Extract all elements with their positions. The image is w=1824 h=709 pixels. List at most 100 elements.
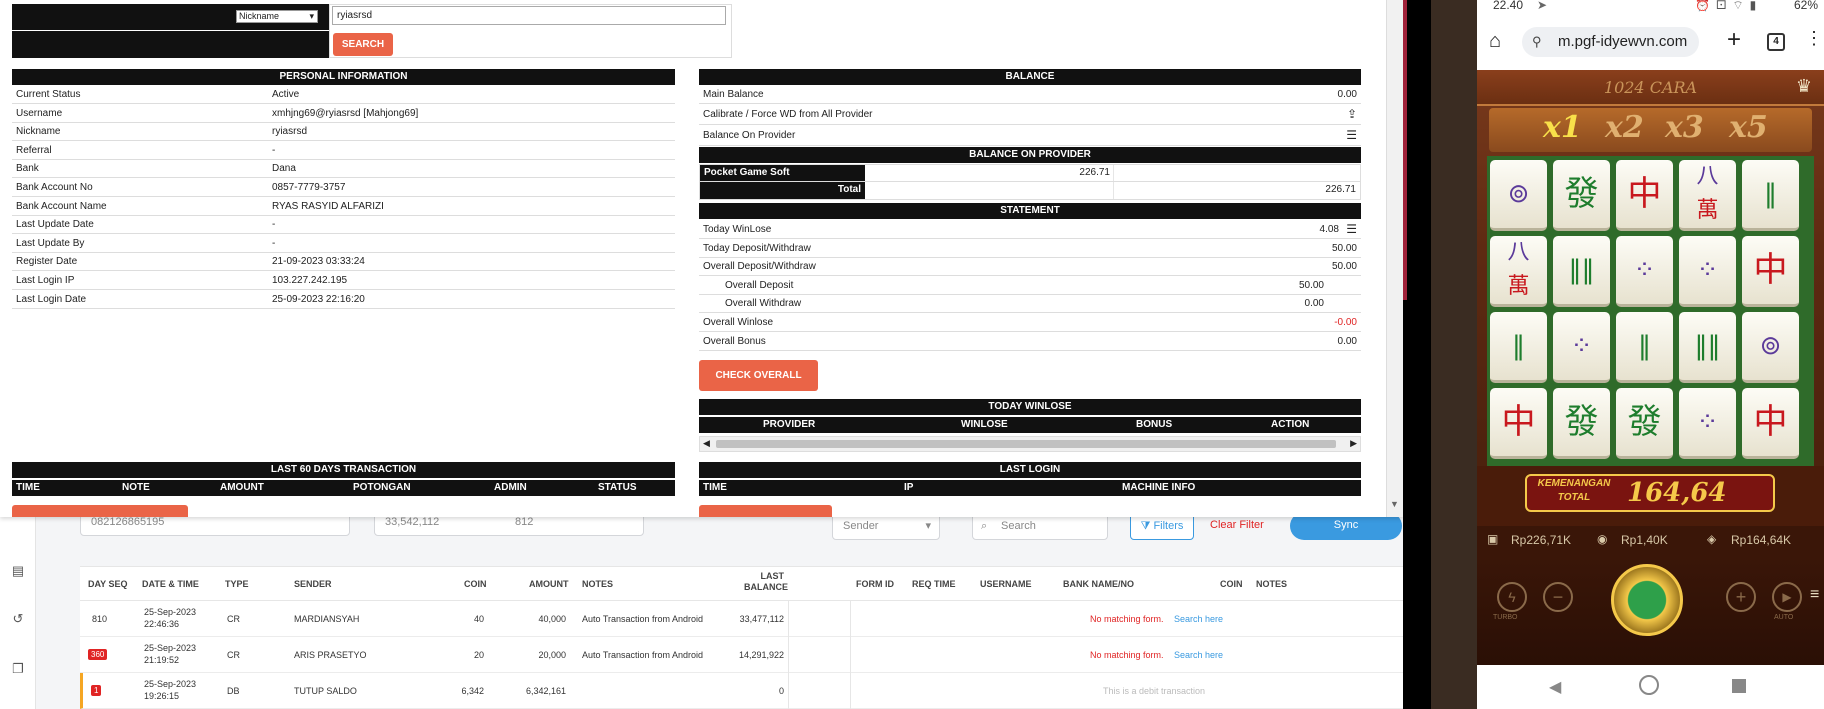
calibrate-label: Calibrate / Force WD from All Provider (703, 109, 873, 120)
dashboard-icon[interactable]: ▤ (10, 563, 26, 579)
col-amount[interactable]: AMOUNT (529, 579, 569, 589)
chevron-down-icon: ▾ (309, 11, 314, 21)
tile-bamboo-icon: ‖‖ (1679, 312, 1736, 383)
col-req-time[interactable]: REQ TIME (912, 579, 956, 589)
home-nav-icon[interactable] (1639, 675, 1659, 695)
bet-icon: ◉ (1597, 532, 1608, 546)
personal-info-label: Bank Account No (16, 182, 93, 193)
tile-zhong-icon: 中 (1616, 160, 1673, 231)
history-icon[interactable]: ↺ (10, 611, 26, 627)
today-winlose-hscroll[interactable]: ◀ ▶ (699, 436, 1361, 452)
col-coin-2[interactable]: COIN (1220, 579, 1243, 589)
minus-icon[interactable]: − (1543, 582, 1573, 612)
scroll-down-icon[interactable]: ▼ (1390, 499, 1399, 509)
personal-info-row: Referral - (12, 142, 675, 160)
type: CR (227, 614, 240, 624)
game-canvas[interactable]: 1024 CARA ♛ x1 x2 x3 x5 ⊚ 發 中 八萬 ‖ 八萬 ‖‖… (1477, 70, 1824, 665)
main-balance-value: 0.00 (1337, 89, 1357, 100)
admin-member-panel: Nickname ▾ ryiasrsd SEARCH PERSONAL INFO… (0, 0, 1403, 517)
table-row[interactable]: 1 25-Sep-2023 19:26:15 DB TUTUP SALDO 6,… (80, 673, 1406, 709)
personal-info-label: Last Update Date (16, 219, 94, 231)
admin-scrollbar[interactable]: ▼ (1386, 0, 1403, 517)
site-settings-icon[interactable]: ⚲ (1532, 27, 1542, 57)
home-icon[interactable]: ⌂ (1489, 30, 1501, 53)
multiplier-x3: x3 (1665, 110, 1704, 145)
left-nav: ▤ ↺ ❐ (0, 515, 36, 709)
url-bar[interactable]: ⚲ m.pgf-idyewvn.com (1522, 27, 1699, 57)
turbo-icon[interactable]: ϟ (1497, 582, 1527, 612)
statement-label: Overall Withdraw (725, 298, 802, 310)
last60-button-partial[interactable] (12, 505, 188, 517)
col-date-time[interactable]: DATE & TIME (142, 579, 199, 589)
scroll-left-icon[interactable]: ◀ (703, 438, 710, 449)
search-input[interactable]: ryiasrsd (332, 6, 726, 25)
balance-on-provider-label: Balance On Provider (703, 130, 796, 141)
today-winlose-header: TODAY WINLOSE (699, 399, 1361, 415)
more-menu-icon[interactable]: ⋮ (1805, 28, 1823, 49)
col-day-seq[interactable]: DAY SEQ (88, 579, 128, 589)
tile-circles-icon: ⊚ (1742, 312, 1799, 383)
personal-info-row: Last Update By - (12, 235, 675, 253)
col-form-id[interactable]: FORM ID (856, 579, 894, 589)
col-bonus: BONUS (1136, 419, 1173, 430)
type: CR (227, 650, 240, 660)
last-login-button-partial[interactable] (699, 505, 832, 517)
col-time: TIME (16, 482, 40, 493)
search-field-select[interactable]: Nickname ▾ (236, 10, 318, 23)
share-icon[interactable]: ⇪ (1347, 107, 1357, 121)
status-icons: ⏰⚀⌔▮ (1695, 0, 1763, 12)
personal-info-row: Username xmhjng69@ryiasrsd [Mahjong69] (12, 105, 675, 123)
tile-bamboo-icon: ‖ (1742, 160, 1799, 231)
search-here-link[interactable]: Search here (1174, 614, 1223, 624)
search-here-link[interactable]: Search here (1174, 650, 1223, 660)
list-icon[interactable]: ☰ (1346, 128, 1357, 142)
notes: Auto Transaction from Android (582, 650, 704, 660)
reel-grid: ⊚ 發 中 八萬 ‖ 八萬 ‖‖ ⁘ ⁘ 中 ‖ ⁘ ‖ ‖‖ ⊚ 中 發 發 … (1487, 156, 1814, 466)
spin-button[interactable] (1611, 564, 1683, 636)
amount: 40,000 (538, 614, 566, 624)
wallet-bar: ▣ Rp226,71K ◉ Rp1,40K ◈ Rp164,64K (1477, 526, 1824, 556)
recents-icon[interactable] (1732, 679, 1746, 693)
col-username[interactable]: USERNAME (980, 579, 1032, 589)
tile-wan-icon: 八萬 (1490, 236, 1547, 307)
col-coin[interactable]: COIN (464, 579, 487, 589)
trophy-icon[interactable]: ♛ (1796, 76, 1812, 97)
personal-info-row: Last Update Date - (12, 216, 675, 235)
list-icon[interactable]: ☰ (1346, 222, 1357, 236)
col-sender[interactable]: SENDER (294, 579, 332, 589)
new-tab-icon[interactable]: + (1727, 26, 1741, 54)
last-balance: 33,477,112 (739, 614, 784, 624)
type: DB (227, 686, 240, 696)
plus-icon[interactable]: + (1726, 582, 1756, 612)
autoplay-icon[interactable]: ▶ (1772, 582, 1802, 612)
provider-value: 226.71 (1079, 167, 1110, 178)
col-type[interactable]: TYPE (225, 579, 249, 589)
personal-info-value: 0857-7779-3757 (272, 182, 346, 193)
search-placeholder: Search (1001, 520, 1036, 532)
table-row[interactable]: 810 25-Sep-2023 22:46:36 CR MARDIANSYAH … (80, 601, 1406, 637)
scroll-right-icon[interactable]: ▶ (1350, 438, 1357, 449)
book-icon[interactable]: ❐ (10, 661, 26, 677)
game-menu-icon[interactable]: ≡ (1810, 586, 1819, 604)
statement-row: Overall Withdraw 0.00 (699, 295, 1361, 314)
battery-level: 62% (1793, 0, 1818, 12)
col-status: STATUS (598, 482, 637, 493)
coin: 40 (473, 614, 484, 624)
col-notes[interactable]: NOTES (582, 579, 613, 589)
turbo-label: TURBO (1493, 614, 1518, 621)
search-button[interactable]: SEARCH (333, 33, 393, 56)
table-row[interactable]: 360 25-Sep-2023 21:19:52 CR ARIS PRASETY… (80, 637, 1406, 673)
col-notes-2[interactable]: NOTES (1256, 579, 1287, 589)
statement-header: STATEMENT (699, 203, 1361, 219)
personal-info-label: Current Status (16, 89, 81, 100)
col-bank-name[interactable]: BANK NAME/NO (1063, 579, 1134, 589)
check-overall-button[interactable]: CHECK OVERALL (699, 360, 818, 391)
back-icon[interactable]: ◀ (1549, 677, 1561, 697)
scroll-thumb[interactable] (716, 440, 1336, 448)
personal-info-value: - (272, 144, 276, 156)
statement-row: Overall Deposit/Withdraw 50.00 (699, 258, 1361, 277)
col-last-balance[interactable]: LAST BALANCE (744, 571, 788, 593)
personal-info-row: Last Login IP 103.227.242.195 (12, 272, 675, 290)
tab-count-icon[interactable]: 4 (1767, 33, 1785, 51)
total-label: Total (700, 182, 865, 199)
